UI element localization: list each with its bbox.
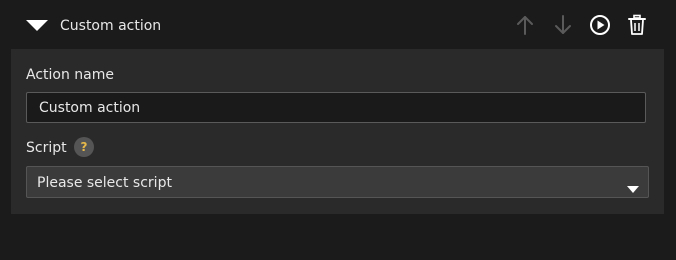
chevron-down-icon xyxy=(627,179,639,193)
script-label: Script xyxy=(26,140,67,156)
action-name-label: Action name xyxy=(26,67,114,83)
arrow-down-icon[interactable] xyxy=(551,13,575,37)
action-name-input[interactable] xyxy=(26,92,646,123)
arrow-up-icon[interactable] xyxy=(513,13,537,37)
help-icon[interactable]: ? xyxy=(74,137,94,157)
trash-icon[interactable] xyxy=(625,13,649,37)
action-settings-panel: Action name Script ? Please select scrip… xyxy=(11,49,664,214)
action-title: Custom action xyxy=(60,18,162,34)
play-circle-icon[interactable] xyxy=(588,13,612,37)
action-header: Custom action xyxy=(0,0,676,50)
script-select[interactable]: Please select script xyxy=(26,166,649,198)
collapse-triangle-icon[interactable] xyxy=(22,17,52,35)
script-select-value: Please select script xyxy=(37,175,172,191)
